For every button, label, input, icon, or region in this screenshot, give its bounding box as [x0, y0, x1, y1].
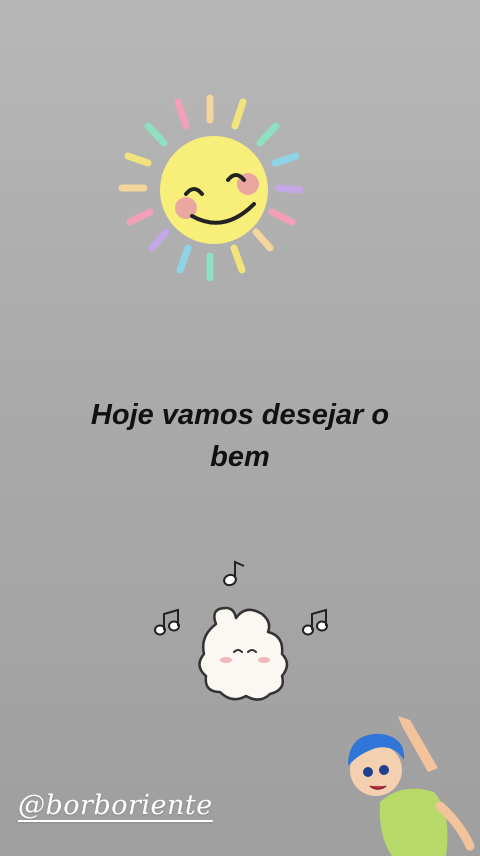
story-headline: Hoje vamos desejar o bem — [90, 399, 390, 473]
smiling-sun-icon — [118, 94, 304, 282]
creator-handle[interactable]: @borboriente — [18, 790, 213, 821]
joy-character-icon — [348, 716, 475, 856]
fluffy-cloud-character-icon — [154, 560, 328, 701]
